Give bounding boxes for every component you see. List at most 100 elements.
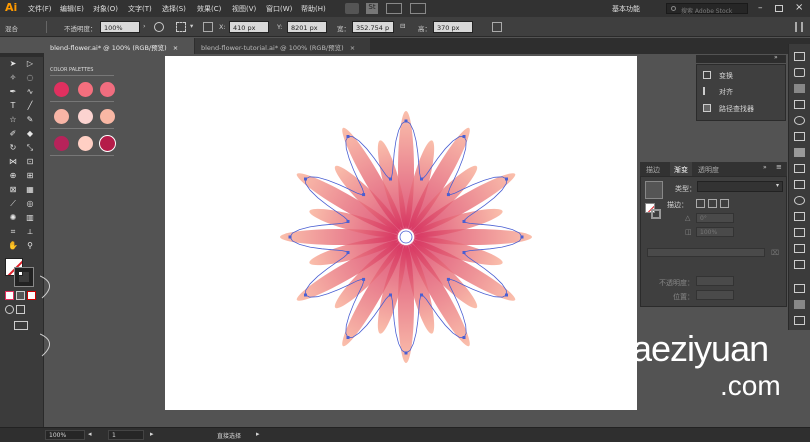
- stroke-swatch[interactable]: [651, 209, 661, 219]
- free-transform-icon[interactable]: ⊡: [24, 156, 36, 167]
- gradient-slider[interactable]: [647, 248, 765, 257]
- stroke-across-icon[interactable]: [720, 199, 729, 208]
- transparency-icon[interactable]: [794, 196, 805, 205]
- column-graph-icon[interactable]: ▥: [24, 212, 36, 223]
- anchor-point[interactable]: [362, 277, 366, 281]
- anchor-point[interactable]: [346, 336, 350, 339]
- opacity-input[interactable]: [696, 276, 734, 286]
- zoom-tool-icon[interactable]: ⚲: [24, 240, 36, 251]
- tab-close-icon[interactable]: ×: [173, 44, 178, 52]
- transform-icon[interactable]: [492, 22, 502, 32]
- color-guide-icon[interactable]: [794, 84, 805, 93]
- anchor-point[interactable]: [462, 135, 466, 138]
- tab-stroke[interactable]: 描边: [646, 165, 660, 175]
- close-window-button[interactable]: ×: [795, 2, 803, 13]
- swatch[interactable]: [54, 82, 69, 97]
- swatch[interactable]: [78, 109, 93, 124]
- anchor-point[interactable]: [304, 177, 307, 181]
- hand-tool-icon[interactable]: ✋: [7, 240, 19, 251]
- stroke-icon[interactable]: [794, 212, 805, 221]
- stroke-within-icon[interactable]: [696, 199, 705, 208]
- artboard-tool-icon[interactable]: ⌗: [7, 226, 19, 237]
- eyedropper-icon[interactable]: ⟋: [7, 198, 19, 209]
- menu-window[interactable]: 窗口(W): [266, 4, 292, 14]
- anchor-point[interactable]: [346, 220, 350, 223]
- curvature-tool-icon[interactable]: ∿: [24, 86, 36, 97]
- blend-tool-icon[interactable]: ◎: [24, 198, 36, 209]
- gradient-thumbnail[interactable]: [645, 181, 663, 199]
- gradient-tool-icon[interactable]: ▦: [24, 184, 36, 195]
- slice-tool-icon[interactable]: ⟂: [24, 226, 36, 237]
- swatch[interactable]: [78, 136, 93, 151]
- direct-selection-tool-icon[interactable]: ▷: [24, 58, 36, 69]
- prev-artboard-button[interactable]: ◂: [88, 430, 92, 438]
- selection-tool-icon[interactable]: ➤: [7, 58, 19, 69]
- lasso-icon[interactable]: ◌: [24, 72, 36, 83]
- menu-file[interactable]: 文件(F): [28, 4, 52, 14]
- export-icon[interactable]: [794, 260, 805, 269]
- symbol-sprayer-icon[interactable]: ✺: [7, 212, 19, 223]
- links-icon[interactable]: [794, 244, 805, 253]
- opacity-input[interactable]: 100%: [100, 21, 140, 33]
- anchor-point[interactable]: [462, 336, 466, 339]
- zoom-select[interactable]: 100%: [45, 430, 85, 440]
- panel-menu-icon[interactable]: [795, 22, 803, 32]
- draw-behind-icon[interactable]: [16, 305, 25, 314]
- link-icon[interactable]: ⊟: [400, 22, 405, 30]
- menu-view[interactable]: 视图(V): [232, 4, 256, 14]
- layout-icon[interactable]: [410, 3, 426, 14]
- next-artboard-button[interactable]: ▸: [150, 430, 154, 438]
- perspective-grid-icon[interactable]: ⊞: [24, 170, 36, 181]
- pen-tool-icon[interactable]: ✒: [7, 86, 19, 97]
- color-mode-icon[interactable]: [5, 291, 14, 300]
- aspect-ratio-input[interactable]: 100%: [696, 227, 734, 237]
- stroke-swatch[interactable]: [14, 267, 34, 287]
- height-input[interactable]: 370 px: [433, 21, 473, 33]
- anchor-point[interactable]: [505, 177, 508, 181]
- anchor-point[interactable]: [505, 293, 508, 297]
- stock-search-input[interactable]: 搜索 Adobe Stock: [666, 3, 748, 15]
- chevron-down-icon[interactable]: ▾: [190, 22, 193, 30]
- anchor-point[interactable]: [446, 193, 450, 197]
- swatch[interactable]: [100, 136, 115, 151]
- rotate-tool-icon[interactable]: ↻: [7, 142, 19, 153]
- collapse-icon[interactable]: »: [774, 54, 778, 61]
- eraser-icon[interactable]: ◆: [24, 128, 36, 139]
- anchor-point[interactable]: [462, 220, 466, 223]
- swatches-icon[interactable]: [794, 100, 805, 109]
- shaper-tool-icon[interactable]: ✐: [7, 128, 19, 139]
- swatch[interactable]: [78, 82, 93, 97]
- panel-menu-icon[interactable]: ≡: [776, 163, 782, 171]
- menu-type[interactable]: 文字(T): [128, 4, 152, 14]
- angle-input[interactable]: 0°: [696, 213, 734, 223]
- type-select[interactable]: ▾: [697, 181, 783, 192]
- line-tool-icon[interactable]: ╱: [24, 100, 36, 111]
- anchor-point[interactable]: [288, 235, 292, 239]
- libraries-icon[interactable]: [794, 52, 805, 61]
- color-icon[interactable]: [794, 68, 805, 77]
- swatch[interactable]: [54, 136, 69, 151]
- swatch[interactable]: [54, 109, 69, 124]
- scale-tool-icon[interactable]: ⤡: [24, 142, 36, 153]
- gradient-icon[interactable]: [794, 180, 805, 189]
- menu-effect[interactable]: 效果(C): [197, 4, 221, 14]
- width-tool-icon[interactable]: ⋈: [7, 156, 19, 167]
- menu-select[interactable]: 选择(S): [162, 4, 186, 14]
- width-input[interactable]: 352.754 p: [352, 21, 394, 33]
- panel-transform[interactable]: 变换: [719, 71, 733, 81]
- menu-edit[interactable]: 编辑(E): [60, 4, 84, 14]
- bridge-icon[interactable]: [345, 3, 359, 14]
- panel-align[interactable]: 对齐: [719, 87, 733, 97]
- artboards-icon[interactable]: [794, 228, 805, 237]
- star-tool-icon[interactable]: ☆: [7, 114, 19, 125]
- collapse-icon[interactable]: »: [763, 164, 767, 171]
- anchor-point[interactable]: [446, 277, 450, 281]
- recolor-icon[interactable]: [154, 22, 164, 32]
- anchor-point[interactable]: [404, 351, 408, 355]
- screen-mode-icon[interactable]: [14, 321, 28, 330]
- tab-gradient[interactable]: 渐变: [670, 162, 692, 176]
- swatch[interactable]: [100, 109, 115, 124]
- menu-object[interactable]: 对象(O): [93, 4, 118, 14]
- status-menu-arrow[interactable]: ▸: [256, 430, 260, 438]
- workspace-switcher[interactable]: 基本功能: [612, 4, 640, 14]
